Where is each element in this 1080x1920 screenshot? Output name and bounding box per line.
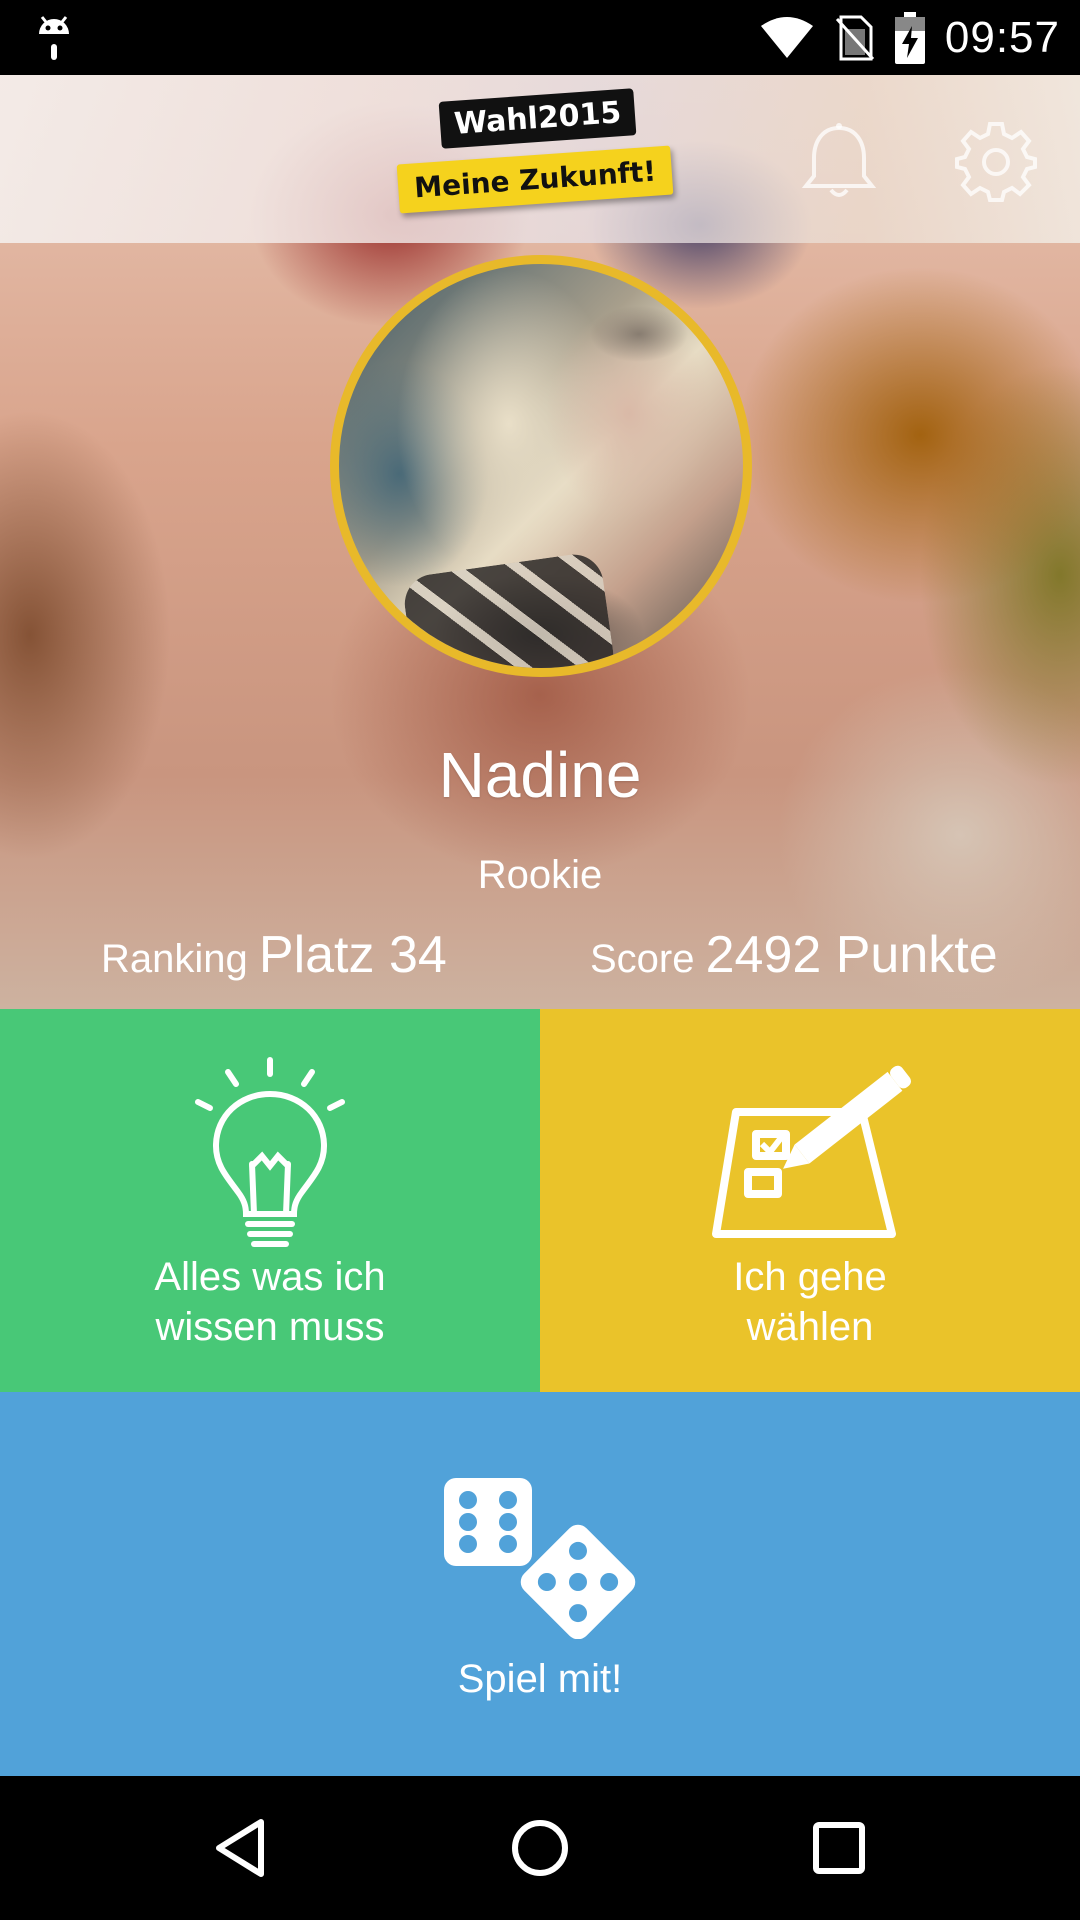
no-sim-icon bbox=[835, 15, 875, 61]
back-triangle-icon[interactable] bbox=[205, 1812, 277, 1884]
vote-tile-label: Ich gehe wählen bbox=[733, 1255, 887, 1349]
logo-line-2: Meine Zukunft! bbox=[396, 145, 674, 214]
rank-title: Rookie bbox=[477, 853, 603, 897]
ballot-pencil-icon bbox=[712, 1065, 911, 1238]
vote-tile-button[interactable]: Ich gehe wählen bbox=[540, 1009, 1080, 1392]
recents-square-icon[interactable] bbox=[803, 1812, 875, 1884]
lightbulb-icon bbox=[195, 1057, 345, 1247]
wifi-icon bbox=[760, 17, 813, 58]
battery-charging-icon bbox=[894, 12, 925, 64]
knowledge-tile-label: Alles was ich wissen muss bbox=[154, 1255, 386, 1349]
ranking-label: Ranking bbox=[101, 937, 248, 981]
app-logo: Wahl2015 Meine Zukunft! bbox=[396, 88, 678, 220]
profile-header: Wahl2015 Meine Zukunft! Nadine Rookie Ra… bbox=[0, 75, 1080, 1009]
profile-avatar[interactable] bbox=[330, 255, 752, 677]
android-debug-icon bbox=[39, 16, 69, 60]
score-label: Score bbox=[590, 937, 695, 981]
game-tile-button[interactable]: Spiel mit! bbox=[0, 1392, 1080, 1776]
game-tile-label: Spiel mit! bbox=[457, 1657, 623, 1701]
logo-line-1: Wahl2015 bbox=[438, 88, 637, 149]
clock: 09:57 bbox=[944, 13, 1060, 62]
app-toolbar: Wahl2015 Meine Zukunft! bbox=[0, 75, 1080, 243]
score-stat: Score 2492 Punkte bbox=[590, 925, 998, 985]
bell-icon[interactable] bbox=[798, 120, 880, 202]
knowledge-tile-button[interactable]: Alles was ich wissen muss bbox=[0, 1009, 540, 1392]
score-value: 2492 Punkte bbox=[705, 926, 998, 984]
dice-icon bbox=[444, 1478, 636, 1639]
home-circle-icon[interactable] bbox=[504, 1812, 576, 1884]
gear-icon[interactable] bbox=[955, 120, 1037, 202]
profile-name: Nadine bbox=[438, 739, 642, 811]
ranking-stat: Ranking Platz 34 bbox=[101, 925, 447, 985]
status-bar: 09:57 bbox=[0, 0, 1080, 75]
ranking-value: Platz 34 bbox=[258, 926, 447, 984]
system-nav-bar bbox=[0, 1776, 1080, 1920]
